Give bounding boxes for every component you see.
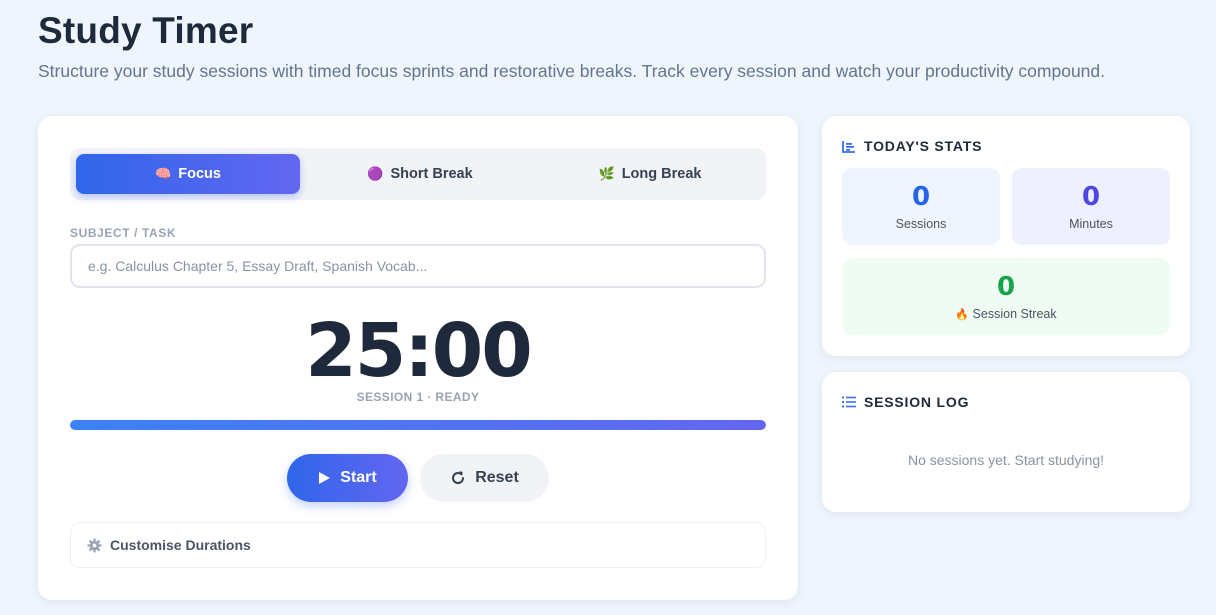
start-button[interactable]: Start xyxy=(287,454,408,502)
stats-card: TODAY'S STATS 0 Sessions 0 Minutes 0 🔥 S… xyxy=(822,116,1190,356)
list-icon xyxy=(842,396,856,408)
task-field-label: SUBJECT / TASK xyxy=(70,226,177,240)
streak-label-row: 🔥 Session Streak xyxy=(842,307,1170,321)
task-input[interactable] xyxy=(70,244,766,288)
progress-fill xyxy=(70,420,766,430)
minutes-value: 0 xyxy=(1081,182,1101,212)
gear-icon xyxy=(87,537,102,553)
log-header: SESSION LOG xyxy=(842,394,969,410)
tab-focus[interactable]: 🧠 Focus xyxy=(76,154,300,194)
session-log-card: SESSION LOG No sessions yet. Start study… xyxy=(822,372,1190,512)
page-subtitle: Structure your study sessions with timed… xyxy=(38,61,1106,81)
stats-header: TODAY'S STATS xyxy=(842,138,982,154)
mode-tabs: 🧠 Focus 🟣 Short Break 🌿 Long Break xyxy=(70,148,766,200)
leaf-icon: 🌿 xyxy=(598,166,615,181)
stats-title: TODAY'S STATS xyxy=(864,138,983,154)
tab-long-break[interactable]: 🌿 Long Break xyxy=(540,154,760,194)
play-icon xyxy=(319,472,331,484)
reset-button-label: Reset xyxy=(475,469,519,486)
page-title: Study Timer xyxy=(38,10,254,51)
reset-icon xyxy=(452,471,465,484)
tab-short-break-label: Short Break xyxy=(390,166,473,182)
stat-streak: 0 🔥 Session Streak xyxy=(842,258,1170,335)
sessions-label: Sessions xyxy=(895,217,947,232)
brain-icon: 🧠 xyxy=(155,166,172,181)
stat-minutes: 0 Minutes xyxy=(1012,168,1170,245)
reset-button[interactable]: Reset xyxy=(420,454,549,502)
stat-sessions: 0 Sessions xyxy=(842,168,1000,245)
short-break-icon: 🟣 xyxy=(367,166,384,181)
chart-icon xyxy=(842,140,855,153)
session-status: SESSION 1 · READY xyxy=(356,390,480,404)
fire-icon: 🔥 xyxy=(955,309,970,322)
timer-card: 🧠 Focus 🟣 Short Break 🌿 Long Break SUBJE… xyxy=(38,116,798,600)
customise-durations-toggle[interactable]: Customise Durations xyxy=(70,522,766,568)
timer-display: 25:00 xyxy=(305,308,533,394)
streak-value: 0 xyxy=(996,272,1016,302)
sessions-value: 0 xyxy=(911,182,931,212)
tab-long-break-label: Long Break xyxy=(621,166,702,182)
progress-bar xyxy=(70,420,766,430)
customise-label: Customise Durations xyxy=(110,537,251,553)
tab-short-break[interactable]: 🟣 Short Break xyxy=(300,154,540,194)
minutes-label: Minutes xyxy=(1069,217,1113,232)
tab-focus-label: Focus xyxy=(178,166,221,182)
streak-label: Session Streak xyxy=(972,307,1057,322)
log-title: SESSION LOG xyxy=(864,394,970,410)
start-button-label: Start xyxy=(340,469,377,486)
empty-log-message: No sessions yet. Start studying! xyxy=(907,452,1105,468)
